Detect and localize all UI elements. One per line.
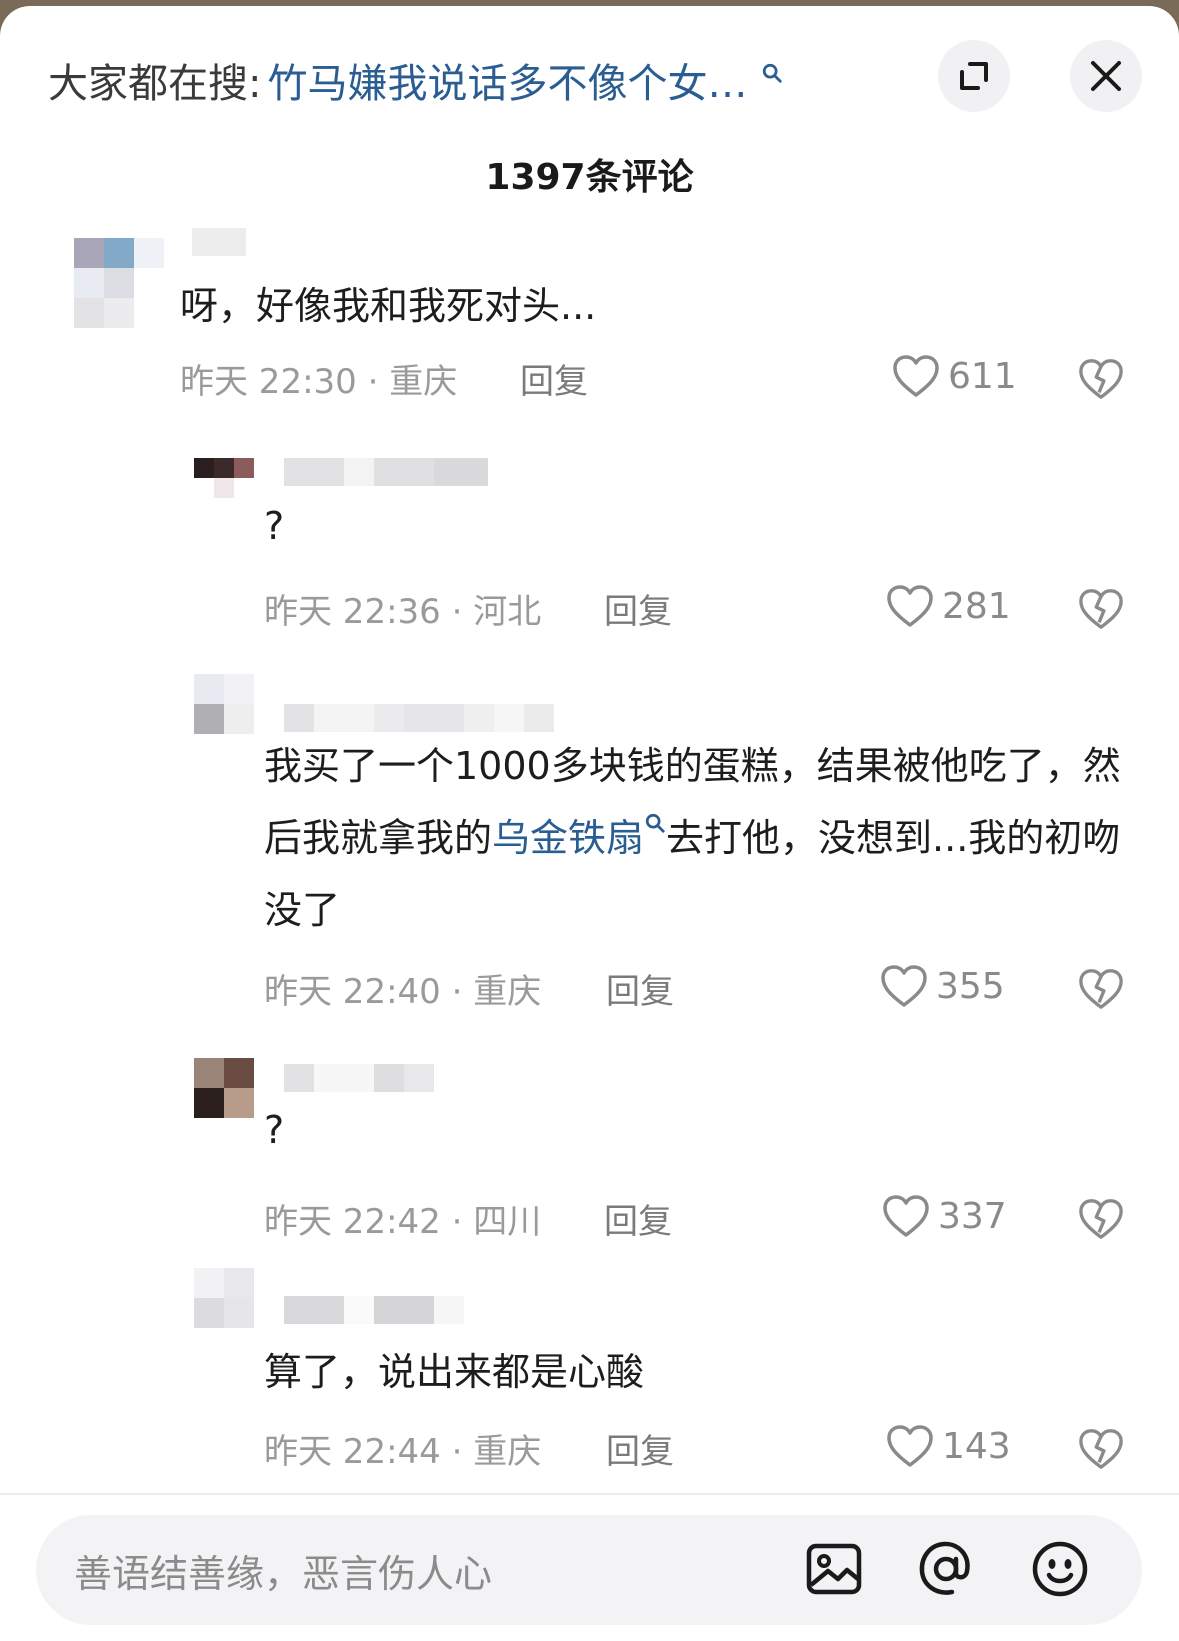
comment-meta: 昨天 22:42 · 四川 — [264, 1202, 542, 1242]
like-button[interactable]: 355 — [880, 964, 1005, 1008]
divider — [0, 1493, 1179, 1495]
comment-text: 呀，好像我和我死对头... — [180, 284, 597, 328]
expand-icon — [960, 62, 988, 90]
heart-icon — [887, 585, 933, 627]
like-count: 337 — [938, 1195, 1007, 1237]
username-blurred[interactable] — [284, 1064, 434, 1092]
comment-text: 我买了一个1000多块钱的蛋糕，结果被他吃了，然后我就拿我的乌金铁扇 去打他，没想… — [264, 730, 1124, 946]
like-button[interactable]: 281 — [886, 584, 1011, 628]
comments-panel: 大家都在搜: 竹马嫌我说话多不像个女… 1397条评论 呀，好像我和我死对头..… — [0, 6, 1179, 1641]
reply-button[interactable]: 回复 — [606, 1424, 674, 1473]
avatar[interactable] — [194, 1058, 254, 1118]
like-count: 143 — [942, 1425, 1011, 1467]
like-button[interactable]: 143 — [886, 1424, 1011, 1468]
username-blurred[interactable] — [284, 458, 488, 486]
avatar[interactable] — [194, 674, 254, 734]
comment-text: ? — [264, 1108, 285, 1152]
comment-input[interactable]: 善语结善缘，恶言伤人心 — [36, 1515, 1142, 1625]
broken-heart-icon[interactable] — [1078, 586, 1124, 632]
username-blurred[interactable] — [192, 228, 246, 256]
heart-icon — [883, 1195, 929, 1237]
reply-button[interactable]: 回复 — [520, 354, 588, 403]
reply-button[interactable]: 回复 — [604, 584, 672, 633]
comment-meta: 昨天 22:40 · 重庆 — [264, 972, 542, 1012]
broken-heart-icon[interactable] — [1078, 356, 1124, 402]
search-icon[interactable] — [644, 812, 666, 834]
like-count: 611 — [948, 355, 1017, 397]
trending-search-query[interactable]: 竹马嫌我说话多不像个女… — [267, 51, 747, 109]
close-button[interactable] — [1070, 40, 1142, 112]
like-button[interactable]: 611 — [892, 354, 1017, 398]
comment-text: ? — [264, 504, 285, 548]
like-count: 355 — [936, 965, 1005, 1007]
topic-link[interactable]: 乌金铁扇 — [492, 816, 644, 860]
like-button[interactable]: 337 — [882, 1194, 1007, 1238]
avatar[interactable] — [194, 458, 254, 498]
image-icon[interactable] — [802, 1537, 866, 1601]
comment-count-title: 1397条评论 — [485, 157, 694, 198]
heart-icon — [893, 355, 939, 397]
avatar[interactable] — [74, 238, 164, 328]
comment-meta: 昨天 22:44 · 重庆 — [264, 1432, 542, 1472]
close-icon — [1091, 61, 1121, 91]
username-blurred[interactable] — [284, 1296, 464, 1324]
emoji-icon[interactable] — [1028, 1537, 1092, 1601]
broken-heart-icon[interactable] — [1078, 966, 1124, 1012]
broken-heart-icon[interactable] — [1078, 1426, 1124, 1472]
at-icon[interactable] — [914, 1537, 978, 1601]
search-icon[interactable] — [761, 62, 783, 84]
like-count: 281 — [942, 585, 1011, 627]
reply-button[interactable]: 回复 — [604, 1194, 672, 1243]
heart-icon — [887, 1425, 933, 1467]
trending-search[interactable]: 大家都在搜: 竹马嫌我说话多不像个女… — [48, 51, 783, 109]
username-blurred[interactable] — [284, 704, 554, 732]
reply-button[interactable]: 回复 — [606, 964, 674, 1013]
comment-text: 算了，说出来都是心酸 — [264, 1350, 645, 1394]
avatar[interactable] — [194, 1268, 254, 1328]
broken-heart-icon[interactable] — [1078, 1196, 1124, 1242]
comment-meta: 昨天 22:30 · 重庆 — [180, 362, 458, 402]
comment-meta: 昨天 22:36 · 河北 — [264, 592, 542, 632]
heart-icon — [881, 965, 927, 1007]
comment-input-placeholder: 善语结善缘，恶言伤人心 — [74, 1552, 493, 1596]
trending-search-prefix: 大家都在搜: — [48, 61, 262, 107]
expand-button[interactable] — [938, 40, 1010, 112]
